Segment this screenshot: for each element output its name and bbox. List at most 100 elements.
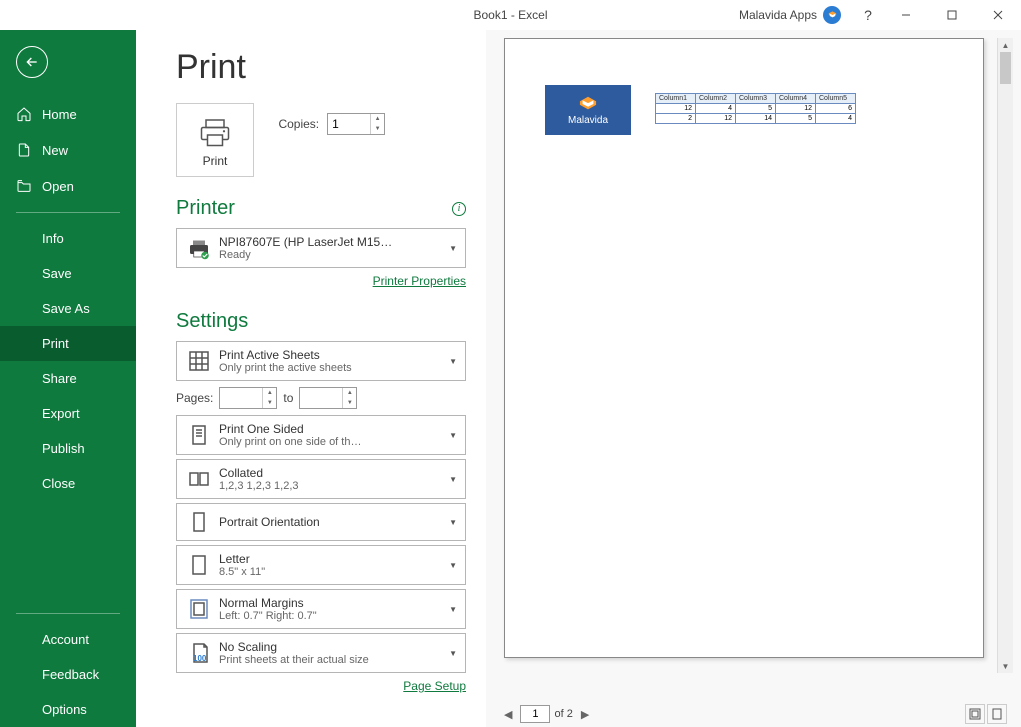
current-page-input[interactable] xyxy=(520,705,550,723)
sidebar-item-new[interactable]: New xyxy=(0,132,136,168)
margins-selector[interactable]: Normal Margins Left: 0.7" Right: 0.7" ▼ xyxy=(176,589,466,629)
scaling-value: 100 xyxy=(193,654,206,663)
spin-up-icon[interactable]: ▲ xyxy=(371,114,384,124)
sidebar-item-account[interactable]: Account xyxy=(0,622,136,657)
preview-logo: Malavida xyxy=(545,85,631,135)
sidebar-item-share[interactable]: Share xyxy=(0,361,136,396)
copies-input[interactable] xyxy=(328,117,368,131)
sidebar-label: Open xyxy=(42,179,74,194)
scroll-down-icon[interactable]: ▼ xyxy=(998,659,1013,673)
dd-title: Normal Margins xyxy=(219,596,443,610)
spin-up-icon[interactable]: ▲ xyxy=(263,388,276,398)
dd-title: Letter xyxy=(219,552,443,566)
table-cell: 4 xyxy=(816,114,856,124)
scaling-icon: 100 xyxy=(185,641,213,665)
titlebar: Book1 - Excel Malavida Apps ? xyxy=(0,0,1021,30)
print-button[interactable]: Print xyxy=(176,103,254,177)
table-cell: 5 xyxy=(736,104,776,114)
sidebar-item-export[interactable]: Export xyxy=(0,396,136,431)
table-cell: 5 xyxy=(776,114,816,124)
sidebar-item-close[interactable]: Close xyxy=(0,466,136,501)
pages-from-spinner[interactable]: ▲▼ xyxy=(219,387,277,409)
table-header: Column2 xyxy=(696,94,736,104)
table-cell: 12 xyxy=(776,104,816,114)
dd-title: Print One Sided xyxy=(219,422,443,436)
margins-icon xyxy=(185,597,213,621)
sidebar-label: Share xyxy=(42,371,77,386)
print-settings-panel: Print Print Copies: ▲▼ Printer i xyxy=(136,30,486,727)
dd-title: Portrait Orientation xyxy=(219,515,443,529)
sidebar-item-home[interactable]: Home xyxy=(0,96,136,132)
page-title: Print xyxy=(176,48,466,87)
next-page-button[interactable]: ▶ xyxy=(577,706,593,723)
sidebar-item-saveas[interactable]: Save As xyxy=(0,291,136,326)
printer-icon xyxy=(185,236,213,260)
sidebar-item-feedback[interactable]: Feedback xyxy=(0,657,136,692)
print-preview-area: Malavida Column1Column2Column3Column4Col… xyxy=(486,30,1021,727)
pages-to-spinner[interactable]: ▲▼ xyxy=(299,387,357,409)
maximize-button[interactable] xyxy=(929,0,975,30)
dd-title: Collated xyxy=(219,466,443,480)
paper-selector[interactable]: Letter 8.5" x 11" ▼ xyxy=(176,545,466,585)
printer-properties-link[interactable]: Printer Properties xyxy=(373,274,466,288)
copies-spinner[interactable]: ▲▼ xyxy=(327,113,385,135)
sidebar-item-save[interactable]: Save xyxy=(0,256,136,291)
backstage-sidebar: Home New Open Info Save Save As Print Sh… xyxy=(0,30,136,727)
scroll-up-icon[interactable]: ▲ xyxy=(998,38,1013,52)
table-cell: 6 xyxy=(816,104,856,114)
page-preview: Malavida Column1Column2Column3Column4Col… xyxy=(504,38,984,658)
help-button[interactable]: ? xyxy=(853,7,883,23)
sidebar-item-open[interactable]: Open xyxy=(0,168,136,204)
prev-page-button[interactable]: ◀ xyxy=(500,706,516,723)
pages-to-input[interactable] xyxy=(300,391,340,405)
spin-up-icon[interactable]: ▲ xyxy=(343,388,356,398)
dd-title: Print Active Sheets xyxy=(219,348,443,362)
printer-status: Ready xyxy=(219,249,443,261)
sidebar-label: Export xyxy=(42,406,80,421)
sidebar-item-info[interactable]: Info xyxy=(0,221,136,256)
sidebar-item-options[interactable]: Options xyxy=(0,692,136,727)
copies-label: Copies: xyxy=(278,117,319,131)
sidebar-label: Save As xyxy=(42,301,90,316)
back-button[interactable] xyxy=(16,46,48,78)
zoom-to-page-button[interactable] xyxy=(987,704,1007,724)
sidebar-label: Info xyxy=(42,231,64,246)
scrollbar-thumb[interactable] xyxy=(1000,52,1011,84)
page-navigation: ◀ of 2 ▶ xyxy=(500,705,593,723)
scaling-selector[interactable]: 100 No Scaling Print sheets at their act… xyxy=(176,633,466,673)
chevron-down-icon: ▼ xyxy=(449,357,457,366)
spin-down-icon[interactable]: ▼ xyxy=(343,398,356,408)
printer-selector[interactable]: NPI87607E (HP LaserJet M15… Ready ▼ xyxy=(176,228,466,268)
print-what-selector[interactable]: Print Active Sheets Only print the activ… xyxy=(176,341,466,381)
table-header: Column3 xyxy=(736,94,776,104)
pages-from-input[interactable] xyxy=(220,391,260,405)
chevron-down-icon: ▼ xyxy=(449,605,457,614)
table-cell: 4 xyxy=(696,104,736,114)
sidebar-label: Account xyxy=(42,632,89,647)
page-setup-link[interactable]: Page Setup xyxy=(403,679,466,693)
chevron-down-icon: ▼ xyxy=(449,518,457,527)
sidebar-label: Options xyxy=(42,702,87,717)
sidebar-item-print[interactable]: Print xyxy=(0,326,136,361)
dd-sub: Print sheets at their actual size xyxy=(219,654,443,666)
window-title: Book1 - Excel xyxy=(473,8,547,22)
apps-badge-icon[interactable] xyxy=(823,6,841,24)
vertical-scrollbar[interactable]: ▲ ▼ xyxy=(997,38,1013,673)
info-icon[interactable]: i xyxy=(452,202,466,216)
minimize-button[interactable] xyxy=(883,0,929,30)
collated-selector[interactable]: Collated 1,2,3 1,2,3 1,2,3 ▼ xyxy=(176,459,466,499)
spin-down-icon[interactable]: ▼ xyxy=(371,124,384,134)
show-margins-button[interactable] xyxy=(965,704,985,724)
dd-sub: 1,2,3 1,2,3 1,2,3 xyxy=(219,480,443,492)
pages-to-label: to xyxy=(283,391,293,405)
apps-label[interactable]: Malavida Apps xyxy=(739,8,817,22)
print-button-label: Print xyxy=(203,154,228,168)
sidebar-label: Save xyxy=(42,266,72,281)
sided-selector[interactable]: Print One Sided Only print on one side o… xyxy=(176,415,466,455)
dd-sub: Only print the active sheets xyxy=(219,362,443,374)
sidebar-label: Feedback xyxy=(42,667,99,682)
orientation-selector[interactable]: Portrait Orientation ▼ xyxy=(176,503,466,541)
spin-down-icon[interactable]: ▼ xyxy=(263,398,276,408)
sidebar-item-publish[interactable]: Publish xyxy=(0,431,136,466)
close-button[interactable] xyxy=(975,0,1021,30)
